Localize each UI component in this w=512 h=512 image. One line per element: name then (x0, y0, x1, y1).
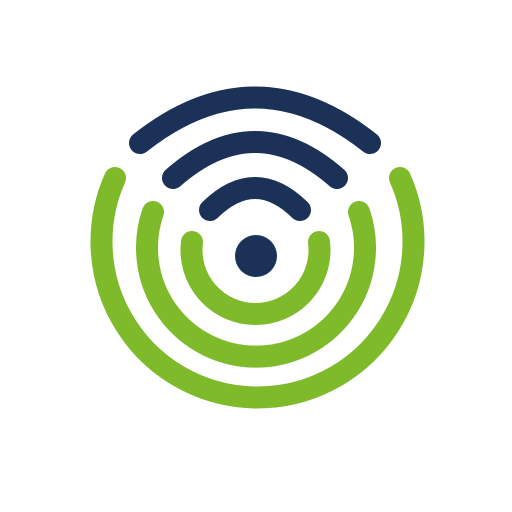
center-dot (235, 235, 277, 277)
logo-canvas (0, 0, 512, 512)
wireless-signal-logo-icon (0, 0, 512, 512)
